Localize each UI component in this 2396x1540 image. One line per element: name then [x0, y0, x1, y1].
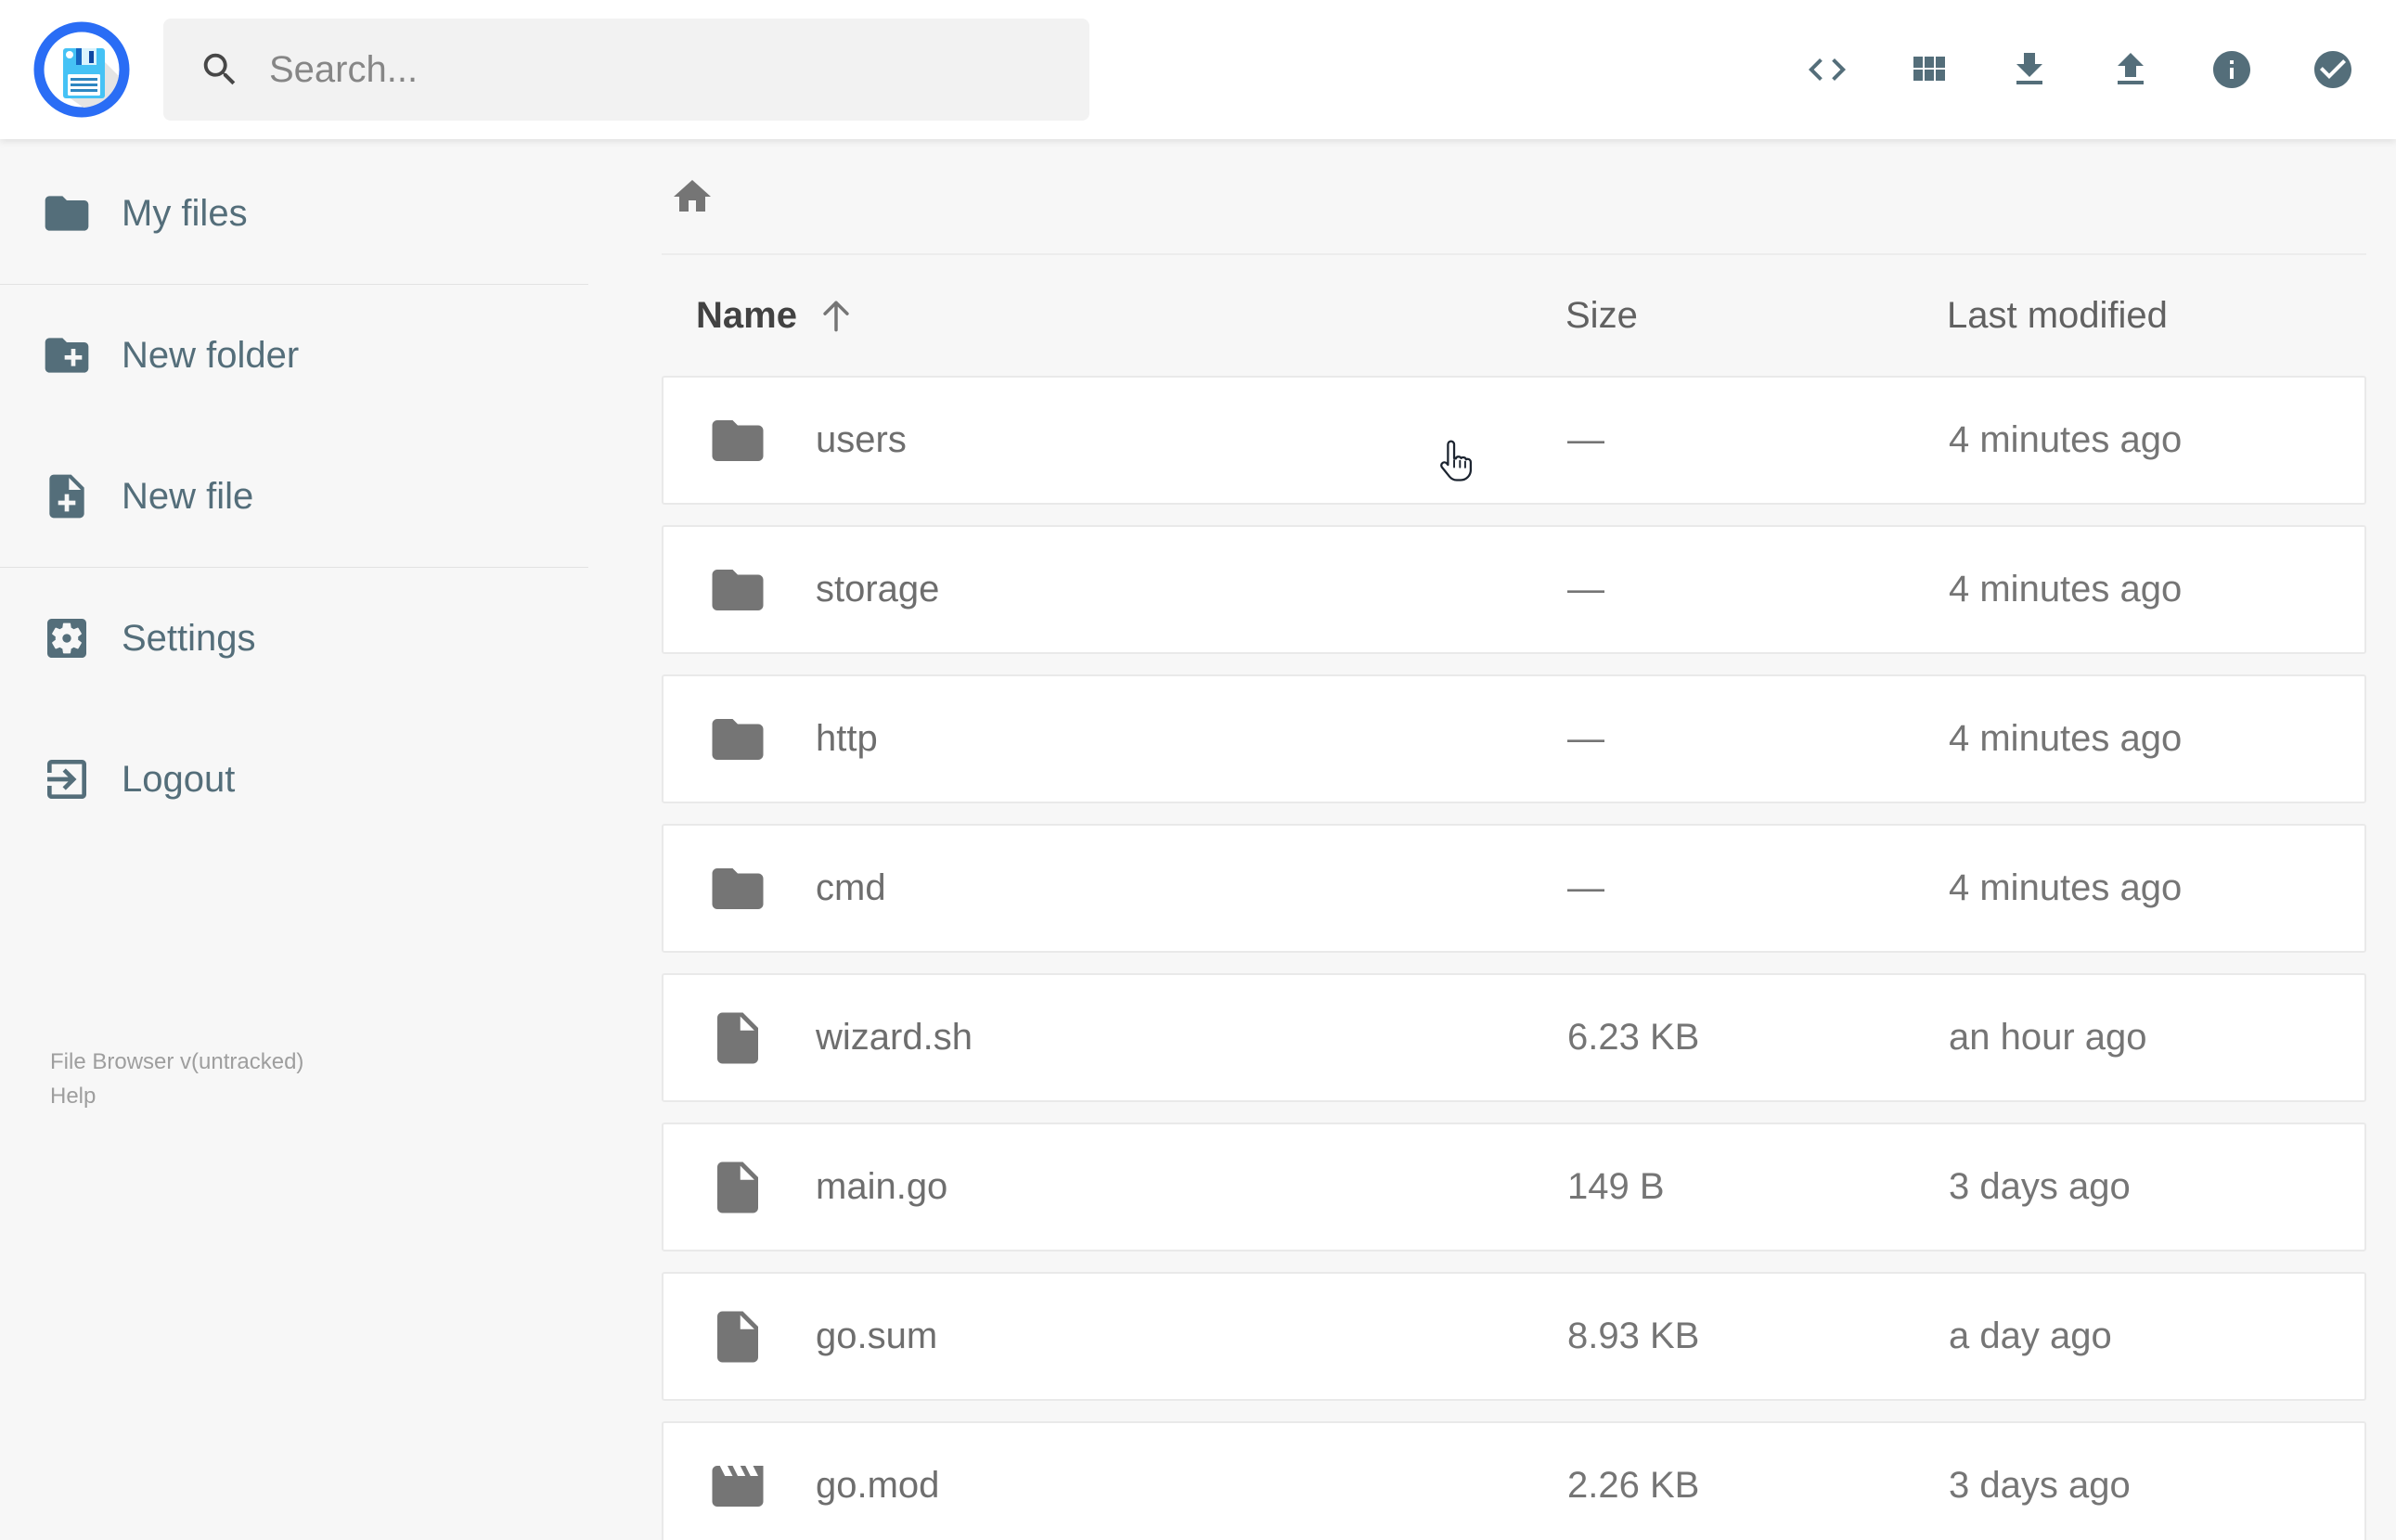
file-row-storage[interactable]: storage — 4 minutes ago — [662, 525, 2366, 654]
logout-icon — [47, 760, 86, 799]
folder-icon — [707, 559, 768, 621]
breadcrumb — [588, 139, 2396, 253]
code-icon — [1809, 58, 1846, 81]
search-icon — [203, 53, 236, 85]
file-modified: 4 minutes ago — [1949, 419, 2183, 460]
top-bar — [0, 0, 2396, 139]
folder-icon — [41, 187, 93, 239]
download-icon — [2016, 53, 2042, 84]
home-icon — [674, 179, 711, 212]
movie-file-icon — [707, 1456, 768, 1517]
column-header-modified[interactable]: Last modified — [1947, 295, 2366, 337]
file-size: 2.26 KB — [1567, 1465, 1700, 1506]
floppy-disk-logo-icon — [33, 21, 130, 118]
listing-header: Name Size Last modified — [662, 255, 2366, 376]
sidebar-item-label: New file — [122, 475, 254, 517]
file-name: http — [816, 718, 878, 759]
column-header-name[interactable]: Name — [696, 295, 1565, 337]
upload-icon — [2118, 53, 2144, 84]
column-header-size[interactable]: Size — [1565, 295, 1947, 337]
file-row-cmd[interactable]: cmd — 4 minutes ago — [662, 824, 2366, 953]
file-icon — [707, 1007, 768, 1069]
new-file-icon — [49, 474, 84, 519]
file-row-http[interactable]: http — 4 minutes ago — [662, 674, 2366, 803]
folder-icon — [707, 858, 768, 919]
file-size: — — [1567, 718, 1604, 759]
file-modified: 4 minutes ago — [1949, 569, 2183, 610]
file-size: — — [1567, 419, 1604, 460]
file-row-go-sum[interactable]: go.sum 8.93 KB a day ago — [662, 1272, 2366, 1401]
check-circle-icon — [2314, 51, 2351, 88]
sidebar-item-my-files[interactable]: My files — [0, 143, 588, 284]
file-rows: users — 4 minutes ago storage — 4 minute… — [662, 376, 2366, 1540]
sort-ascending-arrow-icon — [823, 301, 849, 332]
folder-icon — [707, 709, 768, 770]
file-name: cmd — [816, 867, 886, 908]
breadcrumb-home-button[interactable] — [670, 174, 715, 219]
file-size: 6.23 KB — [1567, 1017, 1700, 1058]
settings-icon — [47, 619, 86, 658]
sidebar-item-label: Settings — [122, 617, 256, 659]
file-row-main-go[interactable]: main.go 149 B 3 days ago — [662, 1123, 2366, 1251]
download-button[interactable] — [2007, 47, 2052, 92]
upload-button[interactable] — [2108, 47, 2153, 92]
sidebar-footer: File Browser v(untracked) Help — [50, 1045, 303, 1113]
file-icon — [707, 1157, 768, 1218]
sidebar-item-label: Logout — [122, 758, 236, 800]
filebrowser-app: My files New folder New file Settings Lo… — [0, 0, 2396, 1540]
file-name: storage — [816, 569, 940, 610]
filebrowser-logo[interactable] — [31, 19, 133, 121]
sidebar: My files New folder New file Settings Lo… — [0, 139, 588, 1540]
sidebar-item-new-folder[interactable]: New folder — [0, 285, 588, 426]
file-size: — — [1567, 867, 1604, 908]
file-icon — [707, 1306, 768, 1367]
file-size: 149 B — [1567, 1166, 1665, 1207]
sidebar-item-logout[interactable]: Logout — [0, 709, 588, 850]
file-listing: Name Size Last modified users — 4 minute… — [588, 139, 2396, 1540]
new-folder-icon — [45, 338, 89, 373]
switch-view-grid-button[interactable] — [1906, 47, 1951, 92]
sidebar-item-label: New folder — [122, 334, 300, 376]
search-bar[interactable] — [163, 19, 1089, 121]
info-icon — [2213, 51, 2250, 88]
file-row-users[interactable]: users — 4 minutes ago — [662, 376, 2366, 505]
file-modified: 3 days ago — [1949, 1465, 2131, 1506]
file-size: 8.93 KB — [1567, 1315, 1700, 1356]
file-modified: 4 minutes ago — [1949, 718, 2183, 759]
switch-view-code-button[interactable] — [1805, 47, 1849, 92]
file-modified: 3 days ago — [1949, 1166, 2131, 1207]
file-size: — — [1567, 569, 1604, 610]
help-link[interactable]: Help — [50, 1079, 303, 1113]
folder-icon — [707, 410, 768, 471]
file-modified: a day ago — [1949, 1315, 2112, 1356]
file-row-wizard-sh[interactable]: wizard.sh 6.23 KB an hour ago — [662, 973, 2366, 1102]
app-version-text: File Browser v(untracked) — [50, 1049, 304, 1074]
search-input[interactable] — [267, 47, 1032, 92]
file-name: main.go — [816, 1166, 948, 1207]
file-name: users — [816, 419, 907, 460]
sidebar-item-label: My files — [122, 192, 248, 234]
file-modified: 4 minutes ago — [1949, 867, 2183, 908]
file-row-go-mod[interactable]: go.mod 2.26 KB 3 days ago — [662, 1421, 2366, 1540]
toolbar-actions — [1805, 0, 2355, 139]
sidebar-item-new-file[interactable]: New file — [0, 426, 588, 567]
file-name: go.sum — [816, 1315, 938, 1356]
info-button[interactable] — [2209, 47, 2254, 92]
sidebar-item-settings[interactable]: Settings — [0, 568, 588, 709]
select-multiple-button[interactable] — [2311, 47, 2355, 92]
file-modified: an hour ago — [1949, 1017, 2147, 1058]
file-name: go.mod — [816, 1465, 940, 1506]
column-header-name-label: Name — [696, 294, 797, 336]
grid-icon — [1913, 57, 1945, 81]
file-name: wizard.sh — [816, 1017, 973, 1058]
